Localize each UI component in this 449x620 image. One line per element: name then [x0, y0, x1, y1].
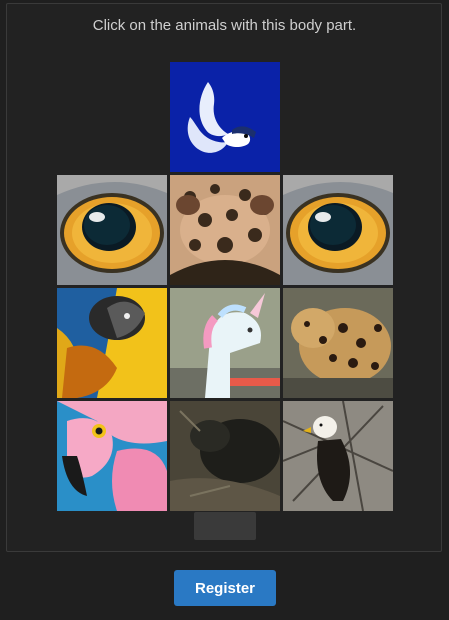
cat-eye-icon	[57, 175, 167, 285]
macaw-icon	[57, 288, 167, 398]
grid-tile-unicorn-float[interactable]	[170, 288, 280, 398]
grid-tile-dark-animal[interactable]	[170, 401, 280, 511]
captcha-prompt: Click on the animals with this body part…	[92, 17, 357, 34]
eagle-icon	[283, 401, 393, 511]
grid-tile-cat-eye-1[interactable]	[57, 175, 167, 285]
grid-tile-flamingo[interactable]	[57, 401, 167, 511]
dark-animal-icon	[170, 401, 280, 511]
register-button[interactable]: Register	[174, 570, 276, 606]
leopard-icon	[283, 288, 393, 398]
cat-eye-icon	[283, 175, 393, 285]
grid-placeholder-tile[interactable]	[194, 512, 256, 540]
flamingo-icon	[57, 401, 167, 511]
reference-body-part-tile	[170, 62, 280, 172]
grid-tile-eagle[interactable]	[283, 401, 393, 511]
spotted-nose-icon	[170, 175, 280, 285]
grid-tile-cat-eye-2[interactable]	[283, 175, 393, 285]
grid-tile-leopard-nose[interactable]	[170, 175, 280, 285]
unicorn-float-icon	[170, 288, 280, 398]
captcha-page: Click on the animals with this body part…	[0, 0, 449, 620]
grid-tile-leopard[interactable]	[283, 288, 393, 398]
whale-tail-shape-icon	[170, 62, 280, 172]
grid-tile-parrot[interactable]	[57, 288, 167, 398]
